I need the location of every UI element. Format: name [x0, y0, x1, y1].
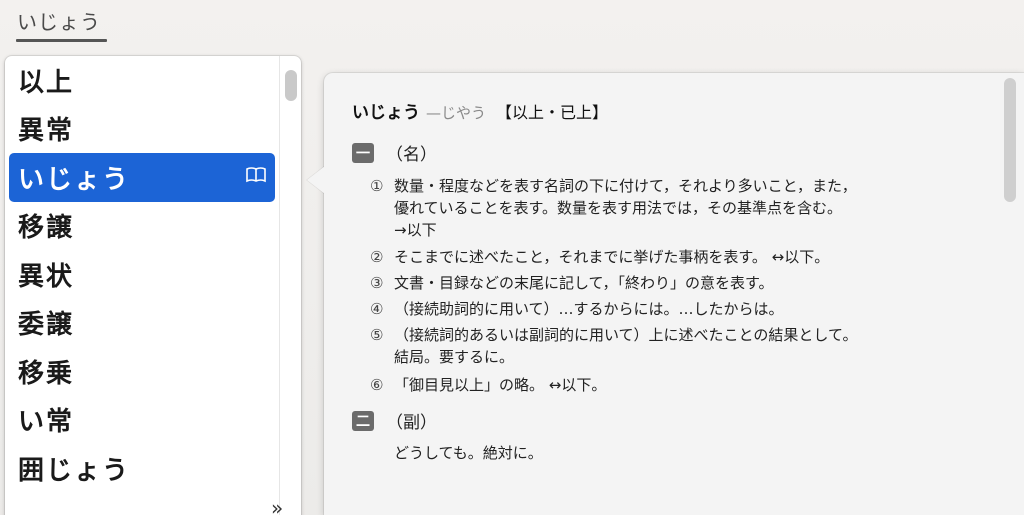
sense-number: ② [370, 248, 384, 266]
entry-headword: いじょう —じやう 【以上・已上】 [352, 98, 608, 123]
sense-text: 文書・目録などの末尾に記して，「終わり」の意を表す。 [394, 274, 774, 292]
part-of-speech: （名） [386, 145, 437, 165]
part-of-speech: （副） [386, 413, 437, 433]
sense-text: 数量・程度などを表す名詞の下に付けて，それより多いこと，また， [394, 177, 857, 195]
candidate-label: い常 [18, 407, 75, 438]
sense-number: ⑥ [370, 376, 384, 394]
candidate-item[interactable]: 移譲 [9, 202, 275, 251]
entry-reading: いじょう [352, 103, 420, 123]
expand-candidates-button[interactable]: » [271, 496, 283, 515]
candidate-label: 異状 [18, 261, 75, 292]
sense-text: そこまでに述べたこと，それまでに挙げた事柄を表す。 ↔以下。 [394, 248, 830, 266]
sense-number: ③ [370, 274, 384, 292]
candidate-scrollbar[interactable] [285, 70, 297, 101]
candidate-label: 移譲 [18, 213, 75, 244]
sense-text: 結局。要するに。 [394, 348, 515, 366]
section-header: 二 （副） [352, 408, 437, 433]
sense-text: 優れていることを表す。数量を表す用法では，その基準点を含む。 [394, 199, 843, 217]
sense-number: ⑤ [370, 326, 384, 344]
sense-text: 「御目見以上」の略。 ↔以下。 [394, 376, 607, 394]
section-number-badge: 二 [352, 410, 374, 431]
candidate-divider [279, 56, 280, 515]
section-header: 一 （名） [352, 140, 437, 165]
sense-item: ⑥ 「御目見以上」の略。 ↔以下。 [370, 374, 606, 396]
candidate-label: 委譲 [18, 310, 75, 341]
candidate-item[interactable]: 移乗 [9, 347, 275, 396]
candidate-label: 異常 [18, 116, 75, 147]
book-icon[interactable] [245, 166, 267, 184]
candidate-item[interactable]: 以上 [9, 56, 275, 105]
candidate-window: 以上 異常 いじょう 移譲 異状 委譲 移乗 い常 囲じょう » [5, 56, 301, 515]
candidate-label: 移乗 [18, 358, 75, 389]
composition-text: いじょう [17, 10, 101, 34]
composition-underline [16, 39, 107, 42]
entry-alt-reading: —じやう [426, 104, 487, 122]
sense-text: どうしても。絶対に。 [394, 444, 543, 462]
sense-number: ① [370, 177, 384, 195]
sense-item: ⑤ （接続詞的あるいは副詞的に用いて）上に述べたことの結果として。 結局。要するに… [370, 324, 858, 368]
sense-item: ③ 文書・目録などの末尾に記して，「終わり」の意を表す。 [370, 272, 774, 294]
candidate-item[interactable]: 囲じょう [9, 444, 275, 493]
sense-text: （接続助詞的に用いて）…するからには。…したからは。 [394, 300, 784, 318]
section-number-badge: 一 [352, 142, 374, 163]
dictionary-scrollbar[interactable] [1004, 78, 1016, 202]
popover-arrow [307, 166, 325, 194]
sense-item: ② そこまでに述べたこと，それまでに挙げた事柄を表す。 ↔以下。 [370, 246, 829, 268]
candidate-list: 以上 異常 いじょう 移譲 異状 委譲 移乗 い常 囲じょう [5, 56, 279, 493]
sense-number: ④ [370, 300, 384, 318]
entry-kanji: 【以上・已上】 [496, 103, 609, 122]
sense-text: →以下 [394, 221, 437, 239]
sense-text: （接続詞的あるいは副詞的に用いて）上に述べたことの結果として。 [394, 326, 858, 344]
candidate-item[interactable]: 委譲 [9, 299, 275, 348]
candidate-label: いじょう [18, 164, 131, 195]
sense-item: ① 数量・程度などを表す名詞の下に付けて，それより多いこと，また， 優れていること… [370, 175, 857, 241]
ime-screen: いじょう 以上 異常 いじょう 移譲 異状 委譲 移乗 い常 囲じょう » いじ… [0, 0, 1024, 515]
candidate-item[interactable]: い常 [9, 396, 275, 445]
candidate-label: 囲じょう [18, 455, 131, 486]
candidate-label: 以上 [18, 67, 75, 98]
sense-item: ④ （接続助詞的に用いて）…するからには。…したからは。 [370, 298, 784, 320]
candidate-item[interactable]: 異状 [9, 250, 275, 299]
candidate-item-selected[interactable]: いじょう [9, 153, 275, 202]
candidate-item[interactable]: 異常 [9, 105, 275, 154]
